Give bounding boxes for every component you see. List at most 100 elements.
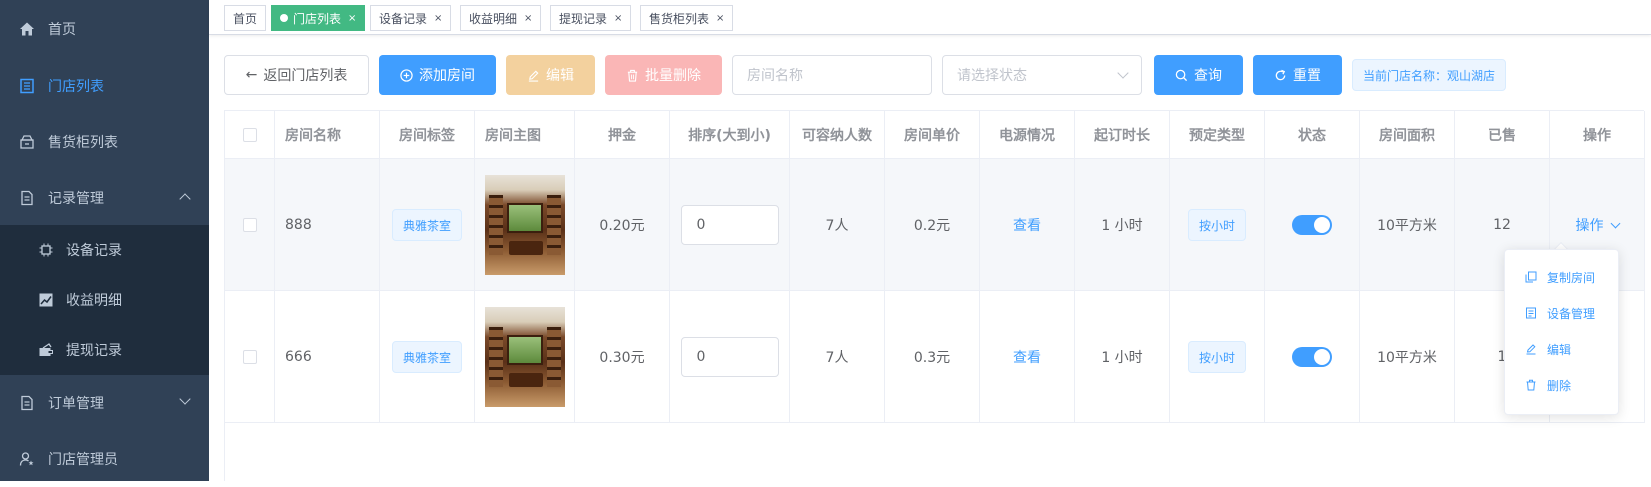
table-header: 状态 bbox=[1265, 111, 1360, 159]
arrow-left-icon: ← bbox=[245, 67, 258, 83]
checkbox[interactable] bbox=[242, 218, 257, 232]
room-image[interactable] bbox=[484, 175, 565, 275]
action-dropdown-trigger[interactable]: 操作 bbox=[1576, 215, 1620, 235]
status-toggle[interactable] bbox=[1292, 347, 1332, 367]
header-select-all[interactable] bbox=[225, 111, 275, 159]
sidebar-item-income-detail[interactable]: 收益明细 bbox=[0, 275, 209, 325]
edit-button[interactable]: 编辑 bbox=[506, 55, 595, 95]
room-tag: 典雅茶室 bbox=[391, 341, 462, 373]
tag-income-detail[interactable]: 收益明细 × bbox=[460, 5, 542, 31]
sidebar: 首页 门店列表 售货柜列表 记录管理 设备记录 收益明细 提现记录 订单管理 门 bbox=[0, 0, 209, 481]
sidebar-item-order-mgmt[interactable]: 订单管理 bbox=[0, 375, 209, 431]
sidebar-item-device-record[interactable]: 设备记录 bbox=[0, 225, 209, 275]
device-mgmt-menu-item[interactable]: 设备管理 bbox=[1525, 303, 1595, 323]
sidebar-item-home[interactable]: 首页 bbox=[0, 1, 209, 57]
button-label: 重置 bbox=[1293, 68, 1321, 84]
edit-icon bbox=[1525, 343, 1537, 355]
tag-device-record[interactable]: 设备记录 × bbox=[370, 5, 452, 31]
button-label: 添加房间 bbox=[419, 68, 475, 84]
sidebar-item-record-mgmt[interactable]: 记录管理 bbox=[0, 170, 209, 226]
batch-delete-button[interactable]: 批量删除 bbox=[605, 55, 722, 95]
sidebar-item-label: 设备记录 bbox=[66, 243, 122, 259]
row-select[interactable] bbox=[225, 159, 275, 291]
room-name-input[interactable]: 房间名称 bbox=[732, 55, 932, 95]
status-toggle[interactable] bbox=[1292, 215, 1332, 235]
trash-icon bbox=[626, 69, 639, 82]
tag-label: 收益明细 bbox=[469, 11, 518, 26]
power-cell: 查看 bbox=[980, 159, 1075, 291]
back-to-store-list-button[interactable]: ← 返回门店列表 bbox=[224, 55, 369, 95]
cabinet-icon bbox=[18, 133, 36, 151]
row-select[interactable] bbox=[225, 291, 275, 423]
chart-icon bbox=[38, 292, 54, 308]
table-header: 电源情况 bbox=[980, 111, 1075, 159]
table-header: 排序(大到小) bbox=[670, 111, 790, 159]
table-row: 888 典雅茶室 0.20元 0 7人 0.2元 查看 1 小时 按小时 10平… bbox=[225, 159, 1645, 291]
query-button[interactable]: 查询 bbox=[1154, 55, 1243, 95]
table-header: 可容纳人数 bbox=[790, 111, 885, 159]
select-placeholder: 请选择状态 bbox=[957, 68, 1027, 84]
unit-price: 0.3元 bbox=[885, 291, 980, 423]
table-header: 房间标签 bbox=[380, 111, 475, 159]
delete-menu-item[interactable]: 删除 bbox=[1525, 375, 1571, 395]
sidebar-item-withdraw-record[interactable]: 提现记录 bbox=[0, 325, 209, 375]
record-submenu: 设备记录 收益明细 提现记录 bbox=[0, 225, 209, 375]
room-image-cell bbox=[475, 291, 575, 423]
search-icon bbox=[1175, 69, 1188, 82]
view-power-link[interactable]: 查看 bbox=[1013, 347, 1041, 367]
table-header: 已售 bbox=[1455, 111, 1550, 159]
table-header: 房间名称 bbox=[275, 111, 380, 159]
sidebar-item-label: 首页 bbox=[48, 22, 76, 38]
input-placeholder: 房间名称 bbox=[747, 68, 803, 84]
chip-icon bbox=[38, 242, 54, 258]
close-icon[interactable]: × bbox=[434, 13, 442, 24]
status-select[interactable]: 请选择状态 bbox=[942, 55, 1142, 95]
copy-room-menu-item[interactable]: 复制房间 bbox=[1525, 267, 1595, 287]
tag-label: 设备记录 bbox=[379, 11, 428, 26]
chevron-down-icon bbox=[179, 393, 191, 405]
table-header: 房间主图 bbox=[475, 111, 575, 159]
action-dropdown-menu: 复制房间 设备管理 编辑 删除 bbox=[1504, 249, 1619, 415]
tag-withdraw-record[interactable]: 提现记录 × bbox=[550, 5, 632, 31]
tag-store-list[interactable]: 门店列表 × bbox=[271, 5, 366, 31]
close-icon[interactable]: × bbox=[348, 13, 356, 24]
menu-item-label: 设备管理 bbox=[1547, 306, 1596, 321]
tag-label: 门店列表 bbox=[293, 11, 342, 26]
sidebar-item-cabinet-list[interactable]: 售货柜列表 bbox=[0, 114, 209, 170]
reset-button[interactable]: 重置 bbox=[1253, 55, 1342, 95]
table-header: 操作 bbox=[1550, 111, 1645, 159]
close-icon[interactable]: × bbox=[716, 13, 724, 24]
sidebar-item-store-list[interactable]: 门店列表 bbox=[0, 58, 209, 114]
sidebar-item-label: 门店管理员 bbox=[48, 452, 118, 468]
sidebar-item-label: 门店列表 bbox=[48, 79, 104, 95]
close-icon[interactable]: × bbox=[614, 13, 622, 24]
sidebar-item-label: 记录管理 bbox=[48, 191, 104, 207]
chevron-up-icon bbox=[179, 193, 191, 205]
home-icon bbox=[18, 20, 36, 38]
edit-menu-item[interactable]: 编辑 bbox=[1525, 339, 1571, 359]
sort-input[interactable]: 0 bbox=[680, 337, 779, 377]
tag-cabinet-list[interactable]: 售货柜列表 × bbox=[640, 5, 734, 31]
menu-item-label: 编辑 bbox=[1547, 342, 1572, 357]
active-dot-icon bbox=[280, 14, 288, 22]
tag-home[interactable]: 首页 bbox=[224, 5, 267, 31]
close-icon[interactable]: × bbox=[524, 13, 532, 24]
view-power-link[interactable]: 查看 bbox=[1013, 215, 1041, 235]
document-icon bbox=[18, 189, 36, 207]
sidebar-item-label: 收益明细 bbox=[66, 293, 122, 309]
sidebar-item-store-admin[interactable]: 门店管理员 bbox=[0, 431, 209, 487]
sort-input[interactable]: 0 bbox=[680, 205, 779, 245]
wallet-icon bbox=[38, 342, 54, 358]
sort-cell: 0 bbox=[670, 159, 790, 291]
room-area: 10平方米 bbox=[1360, 291, 1455, 423]
sort-value: 0 bbox=[696, 217, 706, 233]
checkbox[interactable] bbox=[242, 350, 257, 364]
checkbox[interactable] bbox=[242, 127, 257, 142]
room-image[interactable] bbox=[484, 307, 565, 407]
power-cell: 查看 bbox=[980, 291, 1075, 423]
room-image-cell bbox=[475, 159, 575, 291]
trash-icon bbox=[1525, 379, 1537, 391]
book-type-tag: 按小时 bbox=[1187, 341, 1246, 373]
add-room-button[interactable]: 添加房间 bbox=[379, 55, 496, 95]
table-header: 预定类型 bbox=[1170, 111, 1265, 159]
